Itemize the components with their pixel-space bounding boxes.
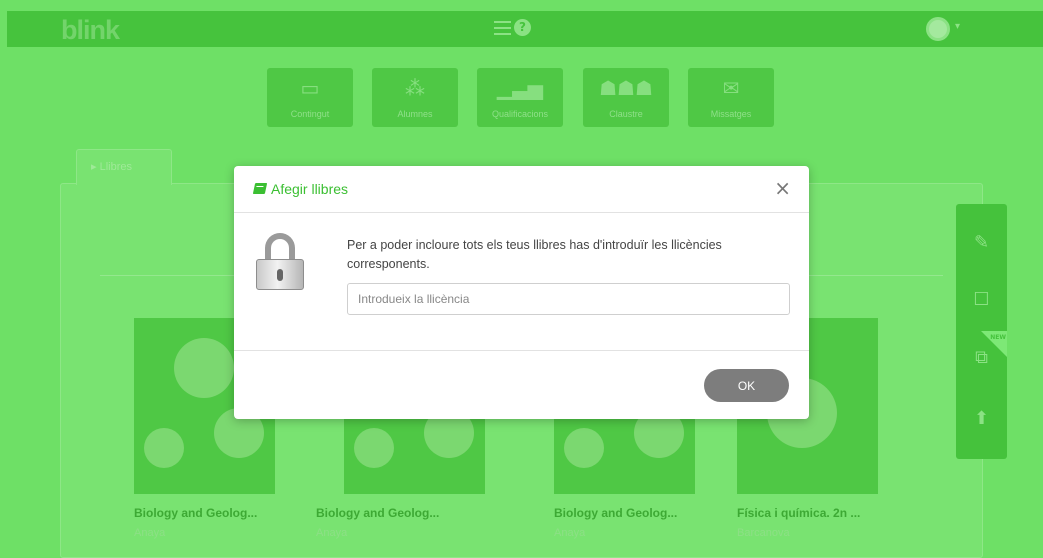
padlock-icon bbox=[254, 233, 312, 293]
dialog-divider bbox=[234, 350, 809, 351]
book-publisher: Anaya bbox=[134, 527, 166, 539]
monitor-icon: ▭ bbox=[300, 76, 320, 100]
license-input[interactable] bbox=[347, 283, 790, 315]
book-title[interactable]: Biology and Geolog... bbox=[554, 506, 677, 520]
help-icon[interactable]: ? bbox=[514, 19, 531, 36]
book-icon bbox=[252, 183, 268, 194]
teachers-icon: ☗☗☗ bbox=[599, 76, 653, 100]
add-books-dialog: Afegir llibres × Per a poder incloure to… bbox=[234, 166, 809, 419]
blink-logo[interactable]: blink bbox=[61, 15, 120, 46]
nav-tile-contingut[interactable]: ▭ Contingut bbox=[267, 68, 353, 127]
hamburger-menu-icon[interactable] bbox=[494, 21, 511, 35]
book-title[interactable]: Biology and Geolog... bbox=[134, 506, 257, 520]
nav-tile-label: Alumnes bbox=[397, 109, 433, 119]
user-avatar[interactable] bbox=[926, 17, 950, 41]
new-badge-label: NEW bbox=[990, 334, 1006, 341]
book-check-icon[interactable]: ☐ bbox=[956, 289, 1007, 310]
nav-tile-claustre[interactable]: ☗☗☗ Claustre bbox=[583, 68, 669, 127]
dialog-title: Afegir llibres bbox=[271, 181, 349, 197]
nav-tile-label: Missatges bbox=[710, 109, 752, 119]
nav-tile-alumnes[interactable]: ⁂ Alumnes bbox=[372, 68, 458, 127]
pencil-icon[interactable]: ✎ bbox=[956, 232, 1007, 253]
arrow-up-icon[interactable]: ⬆ bbox=[956, 408, 1007, 429]
students-icon: ⁂ bbox=[405, 76, 425, 100]
close-button[interactable]: × bbox=[774, 178, 791, 198]
chevron-down-icon[interactable]: ▾ bbox=[955, 21, 960, 32]
book-title[interactable]: Biology and Geolog... bbox=[316, 506, 439, 520]
top-bar: blink ? ▾ bbox=[7, 11, 1043, 47]
tab-label: ▸ Llibres bbox=[91, 161, 132, 173]
nav-tile-label: Claustre bbox=[609, 109, 643, 119]
nav-tile-qualificacions[interactable]: ▁▃▅ Qualificacions bbox=[477, 68, 563, 127]
nav-tile-label: Contingut bbox=[290, 109, 330, 119]
tab-llibres[interactable]: ▸ Llibres bbox=[76, 149, 172, 185]
book-publisher: Anaya bbox=[554, 527, 586, 539]
side-toolbar: ✎ ☐ NEW ⧉ ⬆ bbox=[956, 204, 1007, 459]
new-books-icon[interactable]: ⧉ bbox=[956, 347, 1007, 368]
dialog-header: Afegir llibres × bbox=[234, 166, 809, 213]
envelope-icon: ✉ bbox=[722, 76, 740, 100]
book-publisher: Barcanova bbox=[737, 527, 790, 539]
nav-tile-label: Qualificacions bbox=[491, 109, 549, 119]
grades-chart-icon: ▁▃▅ bbox=[496, 76, 544, 100]
nav-tile-missatges[interactable]: ✉ Missatges bbox=[688, 68, 774, 127]
book-publisher: Anaya bbox=[316, 527, 348, 539]
book-title[interactable]: Física i química. 2n ... bbox=[737, 506, 860, 520]
ok-button[interactable]: OK bbox=[704, 369, 789, 402]
dialog-message: Per a poder incloure tots els teus llibr… bbox=[347, 238, 722, 271]
